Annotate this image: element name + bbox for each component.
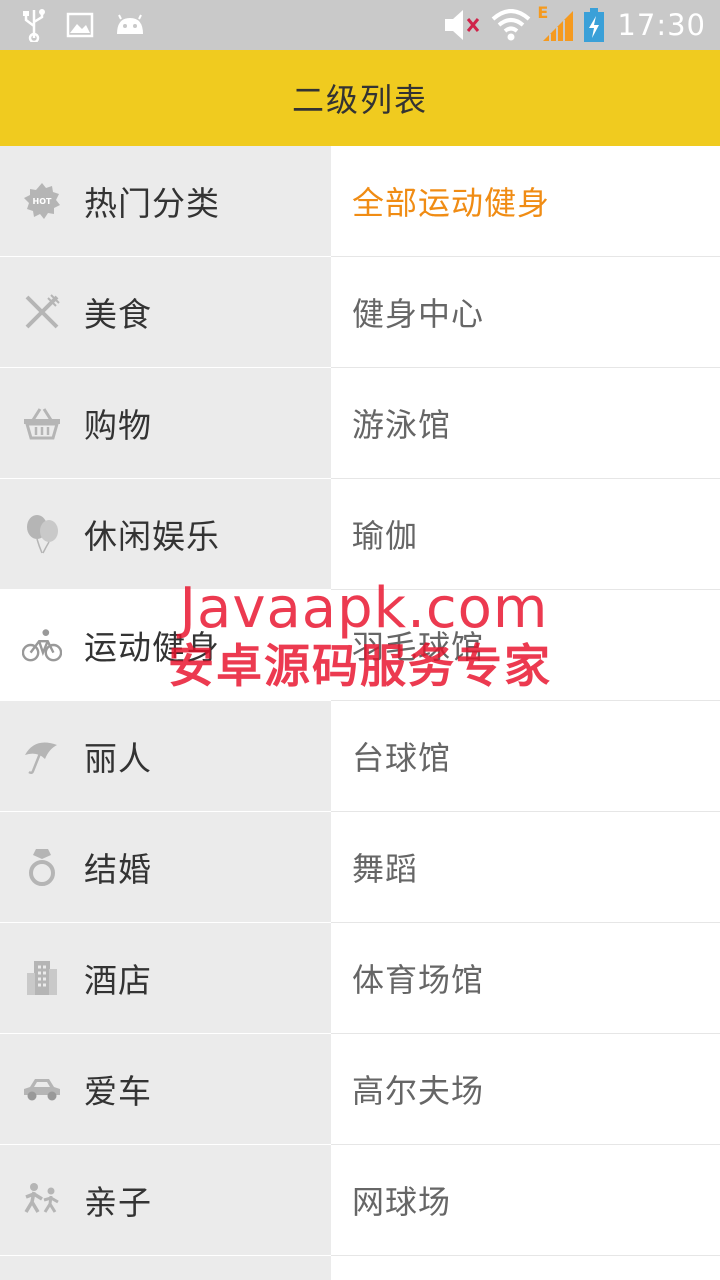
subcategory-item[interactable]: 羽毛球馆 xyxy=(331,590,720,701)
category-label: 酒店 xyxy=(84,961,152,1000)
category-item-leisure[interactable]: 休闲娱乐 xyxy=(0,479,331,590)
android-icon xyxy=(114,14,146,36)
subcategory-label: 羽毛球馆 xyxy=(352,628,485,666)
subcategory-label: 游泳馆 xyxy=(352,406,452,444)
svg-text:HOT: HOT xyxy=(33,197,52,206)
balloon-icon xyxy=(22,514,62,554)
status-bar: E 17:30 xyxy=(0,0,720,50)
hot-icon: HOT xyxy=(22,181,62,221)
bicycle-icon xyxy=(22,625,62,665)
signal-icon: E xyxy=(537,3,575,43)
subcategory-label: 体育场馆 xyxy=(352,961,485,999)
subcategory-label: 舞蹈 xyxy=(352,850,419,888)
subcategory-item[interactable]: 网球场 xyxy=(331,1145,720,1256)
subcategory-label: 网球场 xyxy=(352,1183,452,1221)
ring-icon xyxy=(22,847,62,887)
subcategory-item[interactable]: 健身中心 xyxy=(331,257,720,368)
network-type-badge: E xyxy=(537,3,549,22)
category-label: 美食 xyxy=(84,295,152,334)
wifi-icon xyxy=(491,9,531,41)
subcategory-list: 全部运动健身 健身中心 游泳馆 瑜伽 羽毛球馆 台球馆 舞蹈 体育场馆 高尔夫场… xyxy=(331,146,720,1280)
category-label: 结婚 xyxy=(84,850,152,889)
category-label: 亲子 xyxy=(84,1183,152,1222)
family-icon xyxy=(22,1180,62,1220)
category-item-food[interactable]: 美食 xyxy=(0,257,331,368)
basket-icon xyxy=(22,403,62,443)
subcategory-item[interactable]: 舞蹈 xyxy=(331,812,720,923)
battery-charging-icon xyxy=(583,7,605,43)
subcategory-label: 瑜伽 xyxy=(352,517,419,555)
subcategory-item[interactable]: 全部运动健身 xyxy=(331,146,720,257)
fork-knife-icon xyxy=(22,292,62,332)
subcategory-label: 台球馆 xyxy=(352,739,452,777)
category-item-hotel[interactable]: 酒店 xyxy=(0,923,331,1034)
usb-icon xyxy=(22,8,46,42)
title-bar: 二级列表 xyxy=(0,50,720,146)
category-item-car[interactable]: 爱车 xyxy=(0,1034,331,1145)
category-label: 热门分类 xyxy=(84,184,220,223)
category-item-family[interactable]: 亲子 xyxy=(0,1145,331,1256)
umbrella-icon xyxy=(22,736,62,776)
category-label: 休闲娱乐 xyxy=(84,517,220,556)
subcategory-item[interactable]: 瑜伽 xyxy=(331,479,720,590)
subcategory-label: 健身中心 xyxy=(352,295,485,333)
clock: 17:30 xyxy=(617,8,706,42)
category-item-hot[interactable]: HOT 热门分类 xyxy=(0,146,331,257)
subcategory-label: 全部运动健身 xyxy=(352,184,551,222)
category-item-sports[interactable]: 运动健身 xyxy=(0,590,331,701)
category-label: 运动健身 xyxy=(84,628,220,667)
mute-icon xyxy=(443,7,483,43)
category-label: 爱车 xyxy=(84,1072,152,1111)
building-icon xyxy=(22,958,62,998)
category-item-beauty[interactable]: 丽人 xyxy=(0,701,331,812)
subcategory-item[interactable]: 体育场馆 xyxy=(331,923,720,1034)
subcategory-item[interactable]: 游泳馆 xyxy=(331,368,720,479)
page-title: 二级列表 xyxy=(291,81,428,119)
category-label: 购物 xyxy=(84,406,152,445)
subcategory-label: 高尔夫场 xyxy=(352,1072,485,1110)
car-icon xyxy=(22,1069,62,1109)
category-label: 丽人 xyxy=(84,739,152,778)
subcategory-item[interactable]: 台球馆 xyxy=(331,701,720,812)
category-item-wedding[interactable]: 结婚 xyxy=(0,812,331,923)
gallery-icon xyxy=(66,12,94,38)
category-list: HOT 热门分类 美食 购物 休闲娱乐 运动健身 丽人 结婚 酒店 爱车 亲子 xyxy=(0,146,331,1280)
subcategory-item[interactable]: 高尔夫场 xyxy=(331,1034,720,1145)
category-item-shopping[interactable]: 购物 xyxy=(0,368,331,479)
